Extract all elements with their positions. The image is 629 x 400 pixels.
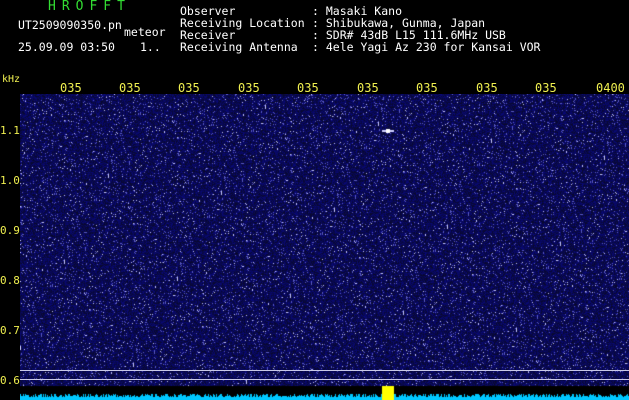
time-tick: 0400 (596, 81, 625, 95)
antenna-label: Receiving Antenna (180, 40, 298, 54)
time-tick: 035 (297, 81, 319, 95)
freq-tick: 1.0 (0, 174, 20, 187)
freq-marker-line (20, 370, 629, 371)
antenna-value: : 4ele Yagi Az 230 for Kansai VOR (312, 40, 541, 54)
time-tick: 035 (60, 81, 82, 95)
waterfall-spectrogram[interactable] (20, 94, 629, 400)
time-tick: 035 (476, 81, 498, 95)
freq-tick: 0.8 (0, 274, 20, 287)
date-time: 25.09.09 03:50 (18, 40, 115, 54)
time-tick: 035 (416, 81, 438, 95)
freq-marker-line (20, 379, 629, 380)
mode-label: meteor (124, 25, 166, 39)
time-tick: 035 (535, 81, 557, 95)
time-tick: 035 (357, 81, 379, 95)
freq-tick: 0.7 (0, 324, 20, 337)
time-tick: 035 (238, 81, 260, 95)
freq-tick: 1.1 (0, 124, 20, 137)
freq-tick: 0.9 (0, 224, 20, 237)
time-tick: 035 (119, 81, 141, 95)
header-panel: HROFFT UT2509090350.pn meteor 25.09.09 0… (0, 0, 629, 74)
echo-count: 1.. (140, 40, 161, 54)
unit-label: kHz (2, 74, 21, 85)
freq-tick: 0.6 (0, 374, 20, 387)
file-name: UT2509090350.pn (18, 18, 122, 32)
app-title: HROFFT (48, 0, 131, 14)
time-tick: 035 (178, 81, 200, 95)
